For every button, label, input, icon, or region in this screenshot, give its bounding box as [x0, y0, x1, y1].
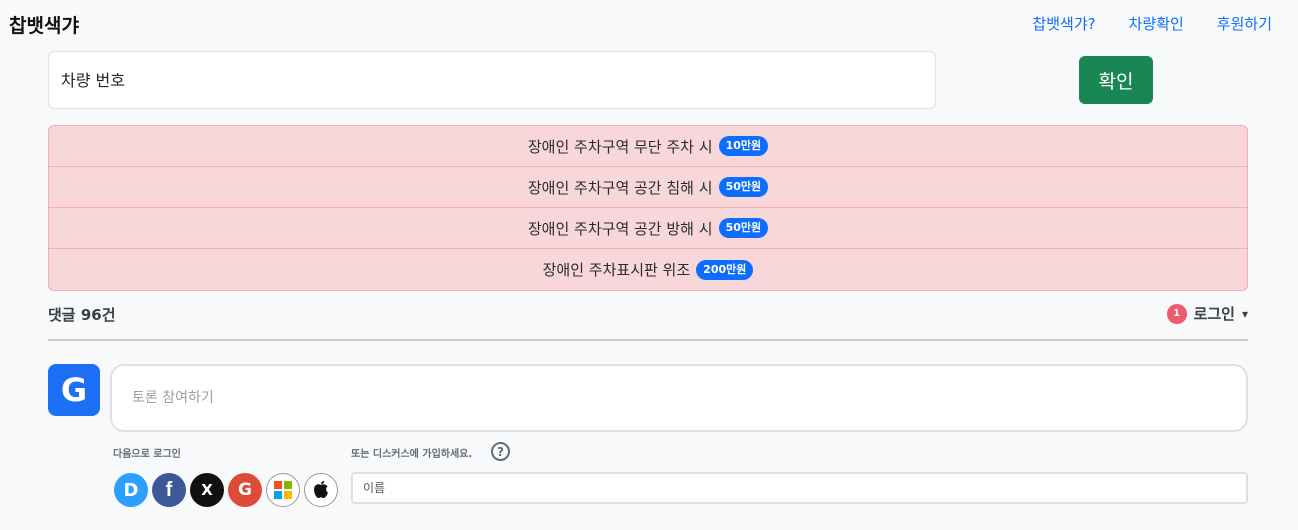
signup-label: 또는 디스커스에 가입하세요. [351, 449, 473, 460]
fine-text: 장애인 주차구역 무단 주차 시 [527, 137, 713, 156]
comment-count[interactable]: 댓글 96건 [48, 304, 116, 325]
fine-amount-badge: 50만원 [718, 218, 769, 238]
nav-vehicle-check[interactable]: 차량확인 [1129, 13, 1184, 34]
fine-item: 장애인 주차표시판 위조 200만원 [49, 249, 1247, 290]
fine-text: 장애인 주차구역 공간 침해 시 [527, 178, 713, 197]
google-icon: G [238, 480, 252, 500]
brand-logo[interactable]: 찹뱃색갸 [9, 11, 79, 38]
fine-amount-badge: 10만원 [718, 136, 769, 156]
login-with-label: 다음으로 로그인 [113, 449, 181, 460]
x-icon: X [201, 481, 213, 499]
microsoft-login-button[interactable] [266, 473, 300, 507]
login-label: 로그인 [1193, 305, 1235, 323]
name-input[interactable] [351, 472, 1248, 504]
nav-donate[interactable]: 후원하기 [1217, 13, 1272, 34]
apple-icon [314, 480, 328, 498]
fine-text: 장애인 주차구역 공간 방해 시 [527, 219, 713, 238]
chevron-down-icon: ▾ [1241, 306, 1248, 321]
login-menu[interactable]: 1 로그인 ▾ [1166, 303, 1248, 324]
nav-about[interactable]: 찹뱃색갸? [1032, 13, 1095, 34]
fine-list: 장애인 주차구역 무단 주차 시 10만원 장애인 주차구역 공간 침해 시 5… [48, 125, 1248, 291]
microsoft-icon [274, 481, 292, 499]
discussion-input[interactable] [110, 364, 1248, 432]
help-icon[interactable]: ? [491, 442, 510, 461]
fine-item: 장애인 주차구역 공간 방해 시 50만원 [49, 208, 1247, 249]
x-login-button[interactable]: X [190, 473, 224, 507]
fine-item: 장애인 주차구역 무단 주차 시 10만원 [49, 126, 1247, 167]
google-login-button[interactable]: G [228, 473, 262, 507]
fine-amount-badge: 200만원 [696, 259, 754, 280]
comments-header: 댓글 96건 1 로그인 ▾ [48, 301, 1248, 341]
user-avatar: G [48, 364, 100, 416]
facebook-icon: f [165, 478, 173, 501]
apple-login-button[interactable] [304, 473, 338, 507]
top-nav: 찹뱃색갸? 차량확인 후원하기 [1032, 13, 1272, 34]
fine-amount-badge: 50만원 [718, 177, 769, 197]
facebook-login-button[interactable]: f [152, 473, 186, 507]
notification-badge[interactable]: 1 [1166, 303, 1187, 324]
fine-item: 장애인 주차구역 공간 침해 시 50만원 [49, 167, 1247, 208]
social-login-buttons: D f X G [114, 473, 338, 507]
confirm-button[interactable]: 확인 [1079, 56, 1153, 104]
disqus-icon: D [123, 479, 139, 501]
disqus-login-button[interactable]: D [114, 473, 148, 507]
plate-number-input[interactable] [48, 51, 936, 109]
fine-text: 장애인 주차표시판 위조 [542, 261, 691, 279]
